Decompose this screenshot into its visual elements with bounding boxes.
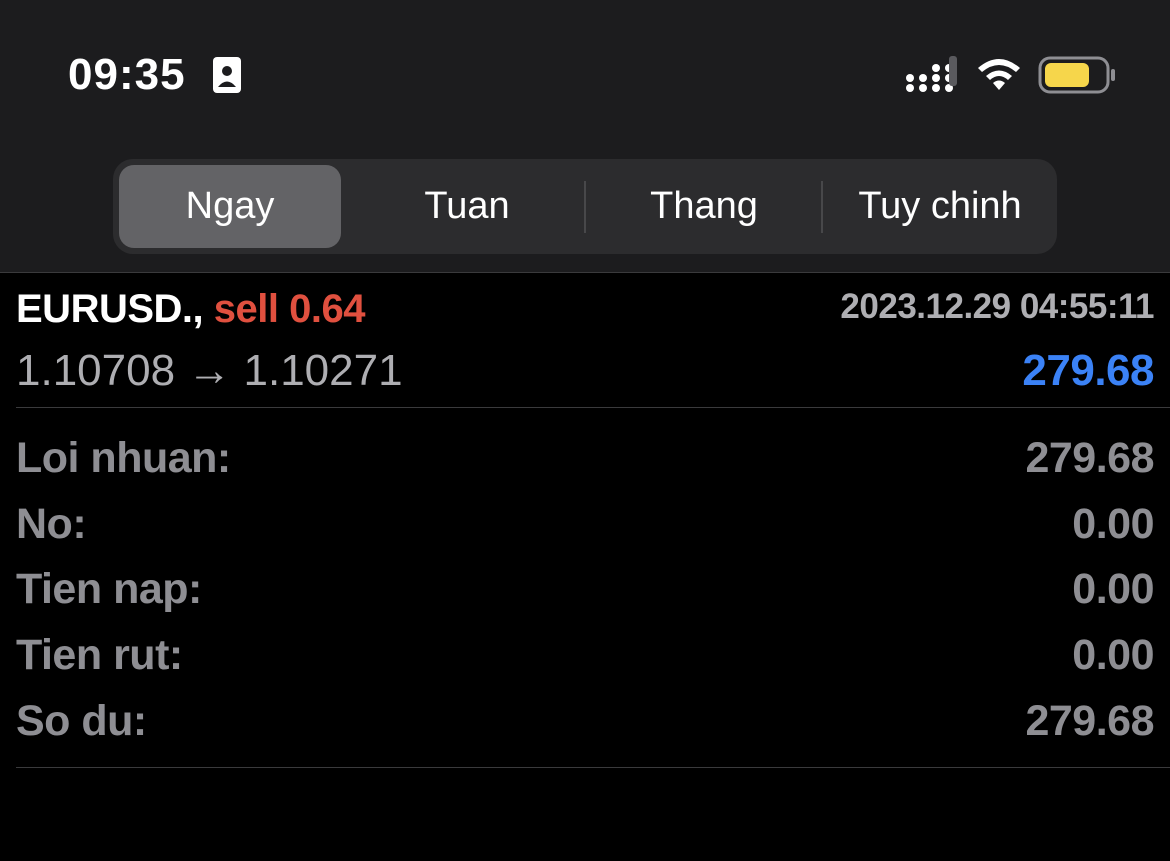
trade-symbol-line: EURUSD., sell 0.64 [16, 284, 365, 334]
contact-card-icon [213, 57, 241, 93]
trade-side: sell 0.64 [213, 287, 366, 331]
summary-profit-label: Loi nhuan: [16, 434, 231, 482]
wifi-icon [978, 59, 1020, 90]
header-area: 09:35 Ngay Tuan Thang Tuy chinh [0, 0, 1170, 272]
summary-debt-value: 0.00 [1072, 500, 1154, 548]
summary-balance-label: So du: [16, 697, 147, 745]
segment-custom[interactable]: Tuy chinh [823, 159, 1057, 254]
segment-month[interactable]: Thang [586, 159, 822, 254]
trade-time: 2023.12.29 04:55:11 [840, 287, 1154, 326]
trade-profit: 279.68 [1022, 346, 1154, 395]
period-segmented-control: Ngay Tuan Thang Tuy chinh [113, 159, 1057, 254]
summary-withdrawal-value: 0.00 [1072, 631, 1154, 679]
trade-prices: 1.10708 → 1.10271 [16, 346, 403, 395]
summary-debt-label: No: [16, 500, 87, 548]
summary-profit-value: 279.68 [1025, 434, 1154, 482]
trade-symbol: EURUSD., [16, 287, 204, 331]
summary-withdrawal-label: Tien rut: [16, 631, 183, 679]
cellular-signal-icon [906, 56, 957, 92]
status-time: 09:35 [68, 50, 186, 99]
header-divider [0, 272, 1170, 273]
battery-icon [1038, 56, 1115, 94]
segment-day[interactable]: Ngay [119, 165, 341, 248]
summary-deposit-value: 0.00 [1072, 565, 1154, 613]
segment-week[interactable]: Tuan [349, 159, 585, 254]
summary-divider [16, 767, 1170, 768]
summary-deposit-label: Tien nap: [16, 565, 202, 613]
summary-balance-value: 279.68 [1025, 697, 1154, 745]
trade-divider [16, 407, 1170, 408]
